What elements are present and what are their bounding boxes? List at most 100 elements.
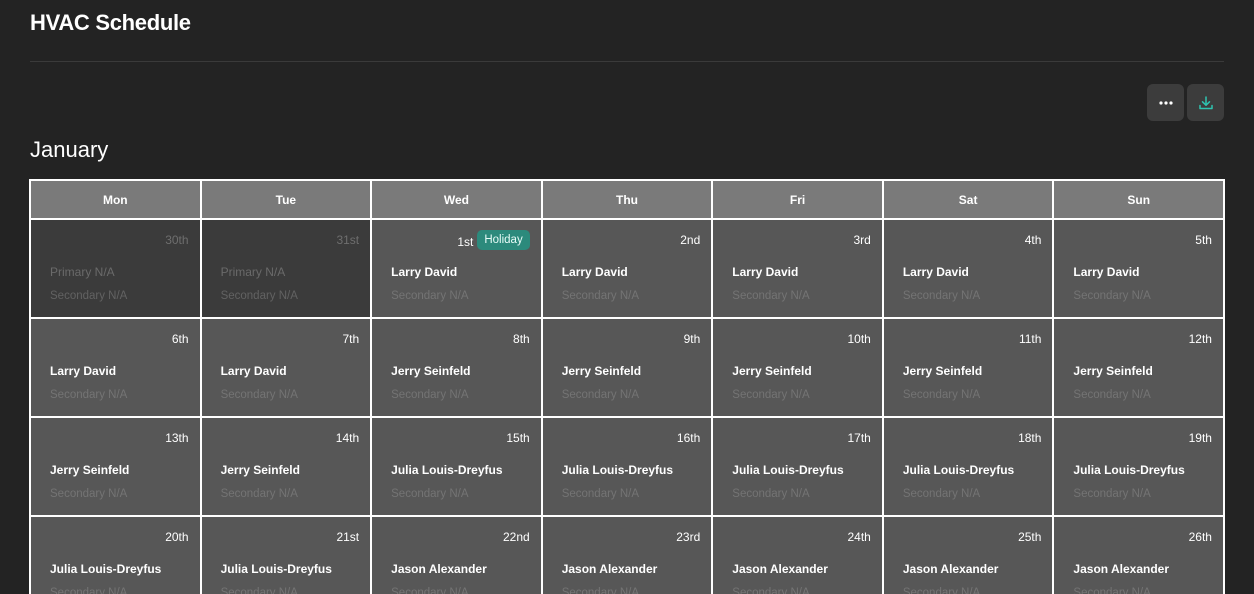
primary-assignee: Larry David — [732, 265, 799, 279]
primary-assignee: Jerry Seinfeld — [391, 364, 471, 378]
calendar-day-cell[interactable]: 25th Jason Alexander Secondary N/A — [883, 517, 1053, 594]
calendar-day-cell[interactable]: 12th Jerry Seinfeld Secondary N/A — [1054, 319, 1223, 416]
month-title: January — [30, 137, 109, 162]
calendar-day-cell[interactable]: 10th Jerry Seinfeld Secondary N/A — [713, 319, 882, 416]
secondary-assignee: Secondary N/A — [391, 290, 469, 302]
day-number: 17th — [847, 431, 871, 445]
day-number: 13th — [165, 431, 189, 445]
primary-assignee: Jason Alexander — [732, 562, 828, 576]
secondary-assignee: Secondary N/A — [220, 488, 298, 500]
primary-assignee: Julia Louis-Dreyfus — [391, 463, 503, 477]
secondary-assignee: Secondary N/A — [732, 587, 810, 594]
calendar-day-cell[interactable]: 20th Julia Louis-Dreyfus Secondary N/A — [31, 517, 200, 594]
calendar-day-cell[interactable]: 21st Julia Louis-Dreyfus Secondary N/A — [201, 517, 371, 594]
download-icon — [1198, 95, 1214, 111]
date-row: 19th — [1189, 431, 1212, 445]
primary-assignee: Jerry Seinfeld — [902, 364, 983, 378]
calendar-day-cell[interactable]: 8th Jerry Seinfeld Secondary N/A — [372, 319, 541, 416]
hvac-schedule-page: HVAC Schedule January Mon Tue Wed Thu Fr… — [0, 0, 1254, 594]
date-row: 25th — [1018, 530, 1041, 544]
calendar-day-cell[interactable]: 22nd Jason Alexander Secondary N/A — [372, 517, 541, 594]
secondary-assignee: Secondary N/A — [902, 290, 981, 302]
day-number: 22nd — [503, 530, 530, 544]
calendar-day-cell[interactable]: 26th Jason Alexander Secondary N/A — [1054, 517, 1223, 594]
secondary-assignee: Secondary N/A — [50, 290, 128, 302]
header-divider — [30, 61, 1224, 62]
calendar-day-cell[interactable]: 9th Jerry Seinfeld Secondary N/A — [542, 319, 712, 416]
day-number: 5th — [1195, 233, 1212, 247]
date-row: 11th — [1019, 332, 1041, 346]
secondary-assignee: Secondary N/A — [732, 290, 810, 302]
date-row: 13th — [165, 431, 188, 445]
date-row: 15th — [506, 431, 529, 445]
download-button[interactable] — [1187, 84, 1224, 121]
date-row: 5th — [1195, 233, 1212, 247]
day-number: 26th — [1188, 530, 1212, 544]
secondary-assignee: Secondary N/A — [50, 587, 128, 594]
weekday-header: Thu — [542, 181, 712, 218]
calendar-day-cell[interactable]: 4th Larry David Secondary N/A — [883, 220, 1053, 317]
calendar-day-cell[interactable]: 14th Jerry Seinfeld Secondary N/A — [201, 418, 371, 515]
primary-assignee: Julia Louis-Dreyfus — [220, 562, 332, 576]
calendar-day-cell[interactable]: 6th Larry David Secondary N/A — [31, 319, 200, 416]
day-number: 2nd — [680, 233, 701, 247]
secondary-assignee: Secondary N/A — [902, 488, 981, 500]
primary-assignee: Julia Louis-Dreyfus — [732, 463, 844, 477]
calendar-day-cell[interactable]: 19th Julia Louis-Dreyfus Secondary N/A — [1054, 418, 1223, 515]
primary-assignee: Jason Alexander — [1073, 562, 1170, 576]
day-number: 23rd — [676, 530, 701, 544]
primary-assignee: Jason Alexander — [902, 562, 999, 576]
calendar-day-cell[interactable]: 3rd Larry David Secondary N/A — [713, 220, 882, 317]
day-number: 16th — [676, 431, 701, 445]
more-horizontal-icon — [1158, 100, 1173, 105]
day-number: 12th — [1188, 332, 1212, 346]
calendar-day-cell[interactable]: 1st Holiday Larry David Secondary N/A — [372, 220, 541, 317]
day-number: 8th — [513, 332, 530, 346]
day-number: 14th — [335, 431, 360, 445]
date-row: 31st — [336, 233, 359, 247]
day-number: 1st — [457, 234, 474, 249]
calendar-day-cell[interactable]: 13th Jerry Seinfeld Secondary N/A — [31, 418, 200, 515]
date-row: 16th — [677, 431, 700, 445]
day-number: 4th — [1024, 233, 1042, 247]
calendar-day-cell[interactable]: 24th Jason Alexander Secondary N/A — [713, 517, 882, 594]
date-row: 23rd — [676, 530, 700, 544]
date-row: 17th — [847, 431, 870, 445]
calendar-day-cell[interactable]: 16th Julia Louis-Dreyfus Secondary N/A — [542, 418, 712, 515]
primary-assignee: Jason Alexander — [391, 562, 487, 576]
day-number: 19th — [1188, 431, 1212, 445]
date-row: 6th — [172, 332, 189, 346]
calendar-day-cell[interactable]: 23rd Jason Alexander Secondary N/A — [542, 517, 712, 594]
calendar-day-cell[interactable]: 7th Larry David Secondary N/A — [201, 319, 371, 416]
date-row: 24th — [847, 530, 870, 544]
calendar-day-cell[interactable]: 15th Julia Louis-Dreyfus Secondary N/A — [372, 418, 541, 515]
calendar-day-cell[interactable]: 2nd Larry David Secondary N/A — [542, 220, 712, 317]
primary-assignee: Larry David — [902, 265, 969, 279]
calendar-day-cell[interactable]: 30th Primary N/A Secondary N/A — [31, 220, 200, 317]
more-options-button[interactable] — [1147, 84, 1184, 121]
calendar-day-cell[interactable]: 11th Jerry Seinfeld Secondary N/A — [883, 319, 1053, 416]
day-number: 25th — [1018, 530, 1042, 544]
toolbar — [1147, 84, 1224, 121]
date-row: 2nd — [680, 233, 700, 247]
secondary-assignee: Secondary N/A — [561, 488, 640, 500]
calendar-day-cell[interactable]: 31st Primary N/A Secondary N/A — [201, 220, 371, 317]
secondary-assignee: Secondary N/A — [732, 389, 810, 401]
day-number: 21st — [336, 530, 360, 544]
calendar-day-cell[interactable]: 18th Julia Louis-Dreyfus Secondary N/A — [883, 418, 1053, 515]
day-number: 3rd — [853, 233, 871, 247]
calendar-day-cell[interactable]: 17th Julia Louis-Dreyfus Secondary N/A — [713, 418, 882, 515]
secondary-assignee: Secondary N/A — [561, 587, 640, 594]
primary-assignee: Larry David — [1073, 265, 1140, 279]
primary-assignee: Jason Alexander — [561, 562, 658, 576]
calendar-day-cell[interactable]: 5th Larry David Secondary N/A — [1054, 220, 1223, 317]
primary-assignee: Larry David — [220, 364, 287, 378]
secondary-assignee: Secondary N/A — [391, 389, 469, 401]
secondary-assignee: Secondary N/A — [1073, 587, 1151, 594]
holiday-badge: Holiday — [477, 230, 530, 250]
primary-assignee: Jerry Seinfeld — [1073, 364, 1153, 378]
primary-assignee: Larry David — [561, 265, 628, 279]
day-number: 24th — [847, 530, 871, 544]
day-number: 7th — [342, 332, 360, 346]
primary-assignee: Jerry Seinfeld — [50, 463, 130, 477]
